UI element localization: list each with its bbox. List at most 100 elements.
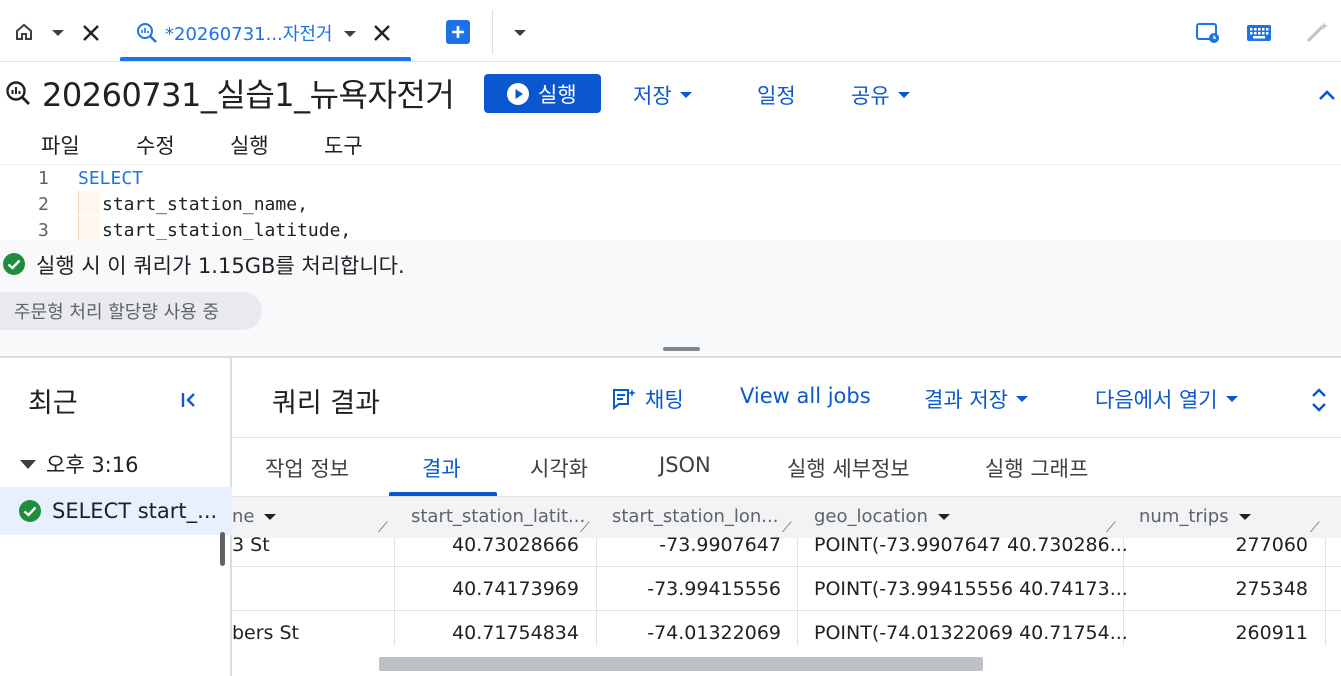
column-resize-icon[interactable]: ⟋ [1310, 520, 1320, 536]
column-resize-icon[interactable]: ⟋ [580, 520, 590, 536]
save-results-button[interactable]: 결과 저장 [924, 384, 1028, 414]
table-cell[interactable]: -73.9907647 [598, 534, 781, 556]
subtabs-divider [232, 437, 1341, 438]
table-cell[interactable]: 40.74173969 [396, 578, 579, 600]
menu-tools[interactable]: 도구 [324, 130, 363, 160]
save-chevron-icon [679, 92, 692, 98]
share-menu-button[interactable]: 공유 [851, 80, 910, 110]
column-header-label: num_trips [1139, 506, 1229, 527]
chat-icon [611, 387, 637, 411]
table-cell[interactable]: -73.99415556 [598, 578, 781, 600]
run-button[interactable]: 실행 [484, 74, 601, 113]
chevron-down-icon[interactable] [50, 26, 66, 40]
run-button-label: 실행 [538, 82, 577, 107]
magic-pen-icon[interactable] [1303, 18, 1331, 46]
table-cell[interactable]: -74.01322069 [598, 622, 781, 644]
results-title: 쿼리 결과 [272, 388, 380, 419]
play-icon [506, 82, 530, 106]
query-title-icon [4, 79, 32, 107]
tab-visualization[interactable]: 시각화 [530, 453, 588, 483]
menu-edit[interactable]: 수정 [136, 130, 175, 160]
sort-chevron-icon[interactable] [264, 513, 277, 520]
recent-job-label: SELECT start_... [52, 499, 218, 523]
recent-title: 최근 [28, 388, 78, 419]
table-cell[interactable]: 40.73028666 [396, 534, 579, 556]
collapse-up-icon[interactable] [1316, 86, 1338, 104]
code-line[interactable]: SELECT [78, 168, 143, 189]
schedule-button[interactable]: 일정 [757, 80, 796, 110]
schedule-screen-icon[interactable] [1194, 20, 1222, 46]
tab-job-info[interactable]: 작업 정보 [265, 453, 349, 483]
table-cell[interactable]: POINT(-74.01322069 40.71754... [814, 622, 1128, 644]
table-cell[interactable]: 275348 [1125, 578, 1308, 600]
query-icon [135, 21, 159, 45]
close-tab-icon[interactable] [371, 22, 393, 44]
view-all-jobs-label: View all jobs [740, 384, 871, 408]
column-header-label: ne [232, 506, 255, 527]
recent-group[interactable]: 오후 3:16 [20, 449, 138, 479]
column-header[interactable]: geo_location [814, 506, 950, 527]
save-menu-button[interactable]: 저장 [633, 80, 692, 110]
column-header[interactable]: ne [232, 506, 277, 527]
horizontal-scrollbar[interactable] [379, 657, 983, 671]
line-number: 3 [38, 220, 49, 241]
indent-guide [78, 216, 100, 240]
share-label: 공유 [851, 84, 890, 108]
sql-editor[interactable]: 1 SELECT 2 start_station_name, 3 start_s… [0, 164, 1341, 241]
quota-pill[interactable]: 주문형 처리 할당량 사용 중 [0, 292, 262, 330]
table-cell[interactable]: 3 St [232, 534, 270, 556]
column-header[interactable]: start_station_lon... [612, 506, 778, 527]
recent-group-label: 오후 3:16 [46, 453, 139, 477]
success-icon [18, 499, 42, 523]
open-in-button[interactable]: 다음에서 열기 [1095, 384, 1238, 414]
recent-job-item[interactable]: SELECT start_... [0, 487, 232, 535]
vertical-scrollbar[interactable] [220, 532, 225, 566]
expand-triangle-icon [20, 459, 36, 469]
menu-run[interactable]: 실행 [230, 130, 269, 160]
tab-json[interactable]: JSON [659, 453, 711, 477]
more-tabs-chevron-icon[interactable] [512, 26, 528, 40]
table-cell[interactable]: 260911 [1125, 622, 1308, 644]
column-resize-icon[interactable]: ⟋ [378, 520, 388, 536]
code-line[interactable]: start_station_name, [102, 194, 308, 215]
home-icon[interactable] [12, 20, 36, 44]
keyboard-icon[interactable] [1245, 22, 1273, 44]
schedule-label: 일정 [757, 84, 796, 108]
line-number: 2 [38, 194, 49, 215]
sort-chevron-icon[interactable] [1238, 513, 1251, 520]
collapse-panel-icon[interactable] [178, 389, 200, 411]
column-header-label: geo_location [814, 506, 928, 527]
column-divider [1325, 538, 1326, 646]
code-line[interactable]: start_station_latitude, [102, 220, 351, 241]
tab-results[interactable]: 결과 [422, 453, 461, 483]
column-header-label: start_station_latit... [411, 506, 586, 527]
close-icon[interactable] [80, 22, 102, 44]
tab-query-label[interactable]: *20260731...자전거 [165, 20, 332, 46]
tab-execution-details[interactable]: 실행 세부정보 [787, 453, 910, 483]
resize-handle[interactable] [663, 347, 700, 351]
tab-divider [492, 10, 493, 54]
validation-message: 실행 시 이 쿼리가 1.15GB를 처리합니다. [36, 254, 405, 278]
expand-collapse-icon[interactable] [1309, 384, 1329, 416]
open-in-label: 다음에서 열기 [1095, 388, 1218, 412]
sort-chevron-icon[interactable] [937, 513, 950, 520]
share-chevron-icon [897, 92, 910, 98]
table-cell[interactable]: 277060 [1125, 534, 1308, 556]
column-header[interactable]: num_trips [1139, 506, 1251, 527]
chat-button[interactable]: 채팅 [611, 384, 684, 414]
line-number: 1 [38, 168, 49, 189]
table-cell[interactable]: POINT(-73.9907647 40.730286... [814, 534, 1128, 556]
column-header[interactable]: start_station_latit... [411, 506, 585, 527]
new-tab-plus-icon[interactable] [446, 20, 470, 44]
table-cell[interactable]: bers St [232, 622, 299, 644]
view-all-jobs-link[interactable]: View all jobs [740, 384, 871, 408]
column-header-label: start_station_lon... [612, 506, 779, 527]
menu-file[interactable]: 파일 [41, 130, 80, 160]
table-cell[interactable]: 40.71754834 [396, 622, 579, 644]
tab-menu-chevron-icon[interactable] [342, 27, 358, 41]
column-resize-icon[interactable]: ⟋ [782, 520, 792, 536]
check-circle-icon [2, 252, 26, 276]
tab-execution-graph[interactable]: 실행 그래프 [985, 453, 1088, 483]
open-in-chevron-icon [1225, 396, 1238, 402]
table-cell[interactable]: POINT(-73.99415556 40.74173... [814, 578, 1128, 600]
